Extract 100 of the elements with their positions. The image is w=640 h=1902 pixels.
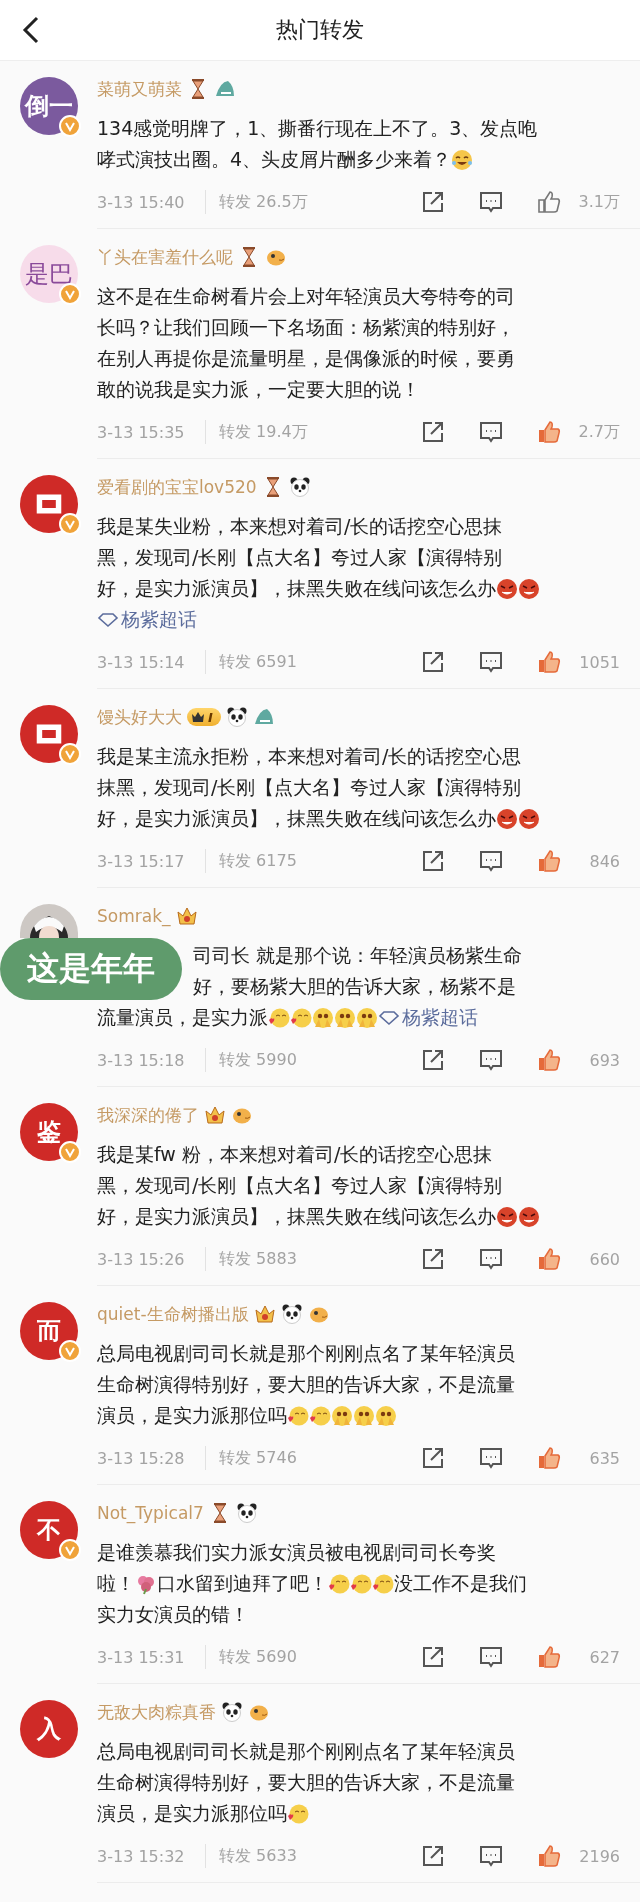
panda-icon bbox=[288, 476, 311, 498]
comment-text: 口水留到迪拜了吧！ bbox=[157, 1570, 328, 1596]
angry-face-icon bbox=[518, 1205, 540, 1228]
like-count: 660 bbox=[588, 1249, 620, 1269]
angry-face-icon bbox=[496, 807, 518, 830]
comment-icon[interactable] bbox=[478, 649, 504, 675]
avatar-text: 倒一 bbox=[25, 91, 73, 122]
comment-icon[interactable] bbox=[478, 189, 504, 215]
thumbs-up-icon[interactable] bbox=[536, 419, 562, 445]
share-icon[interactable] bbox=[420, 1843, 446, 1869]
kissing-face-icon bbox=[287, 1404, 309, 1427]
user-name[interactable]: 丫头在害羞什么呢 bbox=[97, 245, 233, 269]
post-time: 3-13 15:40 bbox=[97, 192, 186, 212]
panda-icon bbox=[280, 1303, 303, 1325]
comment-text: 长吗？让我们回顾一下名场面：杨紫演的特别好， bbox=[97, 314, 515, 340]
post-time: 3-13 15:17 bbox=[97, 851, 186, 871]
panda-icon bbox=[225, 706, 248, 728]
repost-count: 转发 6175 bbox=[219, 850, 298, 872]
share-icon[interactable] bbox=[420, 848, 446, 874]
topic-link[interactable]: 杨紫超话 bbox=[97, 606, 197, 633]
kissing-face-icon bbox=[290, 1006, 312, 1029]
comment-text: 生命树演得特别好，要大胆的告诉大家，不是流量 bbox=[97, 1371, 515, 1397]
kissing-face-icon bbox=[287, 1802, 309, 1825]
user-name[interactable]: 我深深的倦了 bbox=[97, 1103, 199, 1127]
comment-text: 是谁羡慕我们实力派女演员被电视剧司司长夸奖 bbox=[97, 1539, 496, 1565]
user-name[interactable]: Somrak_ bbox=[97, 906, 171, 926]
user-name[interactable]: 爱看剧的宝宝lov520 bbox=[97, 475, 257, 499]
like-count: 846 bbox=[588, 851, 620, 871]
comment-text: 我是某失业粉，本来想对着司/长的话挖空心思抹 bbox=[97, 513, 503, 539]
thumbs-up-icon[interactable] bbox=[536, 1445, 562, 1471]
comment-text: 流量演员，是实力派 bbox=[97, 1004, 268, 1030]
comment-icon[interactable] bbox=[478, 419, 504, 445]
comment-icon[interactable] bbox=[478, 1047, 504, 1073]
share-icon[interactable] bbox=[420, 649, 446, 675]
comment-icon[interactable] bbox=[478, 1445, 504, 1471]
share-icon[interactable] bbox=[420, 1047, 446, 1073]
comment-icon[interactable] bbox=[478, 848, 504, 874]
panda-icon bbox=[235, 1502, 258, 1524]
share-icon[interactable] bbox=[420, 419, 446, 445]
comment-icon[interactable] bbox=[478, 1246, 504, 1272]
thumbs-up-icon[interactable] bbox=[536, 1843, 562, 1869]
comment-text: 好，要杨紫大胆的告诉大家，杨紫不是 bbox=[193, 973, 516, 999]
user-name[interactable]: 菜萌又萌菜 bbox=[97, 77, 182, 101]
covered-face-icon bbox=[353, 1404, 375, 1427]
comment-text: 黑，发现司/长刚【点大名】夸过人家【演得特别 bbox=[97, 1172, 503, 1198]
repost-count: 转发 5990 bbox=[219, 1049, 298, 1071]
comment-text: 总局电视剧司司长就是那个刚刚点名了某年轻演员 bbox=[97, 1738, 515, 1764]
comment-text: 好，是实力派演员】，抹黑失败在线问该怎么办 bbox=[97, 575, 496, 601]
thumbs-up-icon[interactable] bbox=[536, 1644, 562, 1670]
post-time: 3-13 15:14 bbox=[97, 652, 186, 672]
share-icon[interactable] bbox=[420, 1246, 446, 1272]
comment-icon[interactable] bbox=[478, 1644, 504, 1670]
thumbs-up-icon[interactable] bbox=[536, 649, 562, 675]
panda-icon bbox=[221, 1701, 243, 1723]
comment-text: 黑，发现司/长刚【点大名】夸过人家【演得特别 bbox=[97, 544, 503, 570]
covered-face-icon bbox=[312, 1006, 334, 1029]
comment-text: 哮式演技出圈。4、头皮屑片酬多少来着？ bbox=[97, 146, 452, 172]
comment-text: 生命树演得特别好，要大胆的告诉大家，不是流量 bbox=[97, 1769, 515, 1795]
like-count: 3.1万 bbox=[577, 191, 620, 213]
comment-text: 总局电视剧司司长就是那个刚刚点名了某年轻演员 bbox=[97, 1340, 515, 1366]
repost-count: 转发 5633 bbox=[219, 1845, 298, 1867]
comment-text: 134感觉明牌了，1、撕番行现在上不了。3、发点咆 bbox=[97, 115, 538, 141]
user-name[interactable]: 无敌大肉粽真香 bbox=[97, 1700, 216, 1724]
crown-icon bbox=[204, 1104, 226, 1126]
user-name[interactable]: quiet-生命树播出版 bbox=[97, 1302, 249, 1326]
share-icon[interactable] bbox=[420, 1445, 446, 1471]
post-time: 3-13 15:18 bbox=[97, 1050, 186, 1070]
like-count: 693 bbox=[588, 1050, 620, 1070]
avatar-text: 鉴 bbox=[37, 1117, 61, 1148]
like-count: 2.7万 bbox=[577, 421, 620, 443]
thumbs-up-icon[interactable] bbox=[536, 848, 562, 874]
repost-count: 转发 5883 bbox=[219, 1248, 298, 1270]
comment-text: 好，是实力派演员】，抹黑失败在线问该怎么办 bbox=[97, 1203, 496, 1229]
comment-icon[interactable] bbox=[478, 1843, 504, 1869]
angry-face-icon bbox=[496, 577, 518, 600]
like-count: 1051 bbox=[578, 652, 620, 672]
thumbs-up-icon[interactable] bbox=[536, 1246, 562, 1272]
repost-count: 转发 19.4万 bbox=[219, 421, 309, 443]
avatar-text: 而 bbox=[37, 1316, 61, 1347]
like-count: 635 bbox=[588, 1448, 620, 1468]
thumbs-up-icon[interactable] bbox=[536, 1047, 562, 1073]
comment-text: 我是某主流永拒粉，本来想对着司/长的话挖空心思 bbox=[97, 743, 522, 769]
comment-text: 演员，是实力派那位吗 bbox=[97, 1402, 287, 1428]
user-name[interactable]: 馒头好大大 bbox=[97, 705, 182, 729]
user-name[interactable]: Not_Typical7 bbox=[97, 1503, 204, 1523]
page-title: 热门转发 bbox=[276, 16, 364, 44]
comment-text: 没工作不是我们 bbox=[394, 1570, 527, 1596]
back-icon[interactable] bbox=[22, 16, 40, 44]
angry-face-icon bbox=[518, 577, 540, 600]
thumbs-up-icon[interactable] bbox=[536, 189, 562, 215]
comment-text: 实力女演员的错！ bbox=[97, 1601, 249, 1627]
covered-face-icon bbox=[375, 1404, 397, 1427]
laughing-crying-face-icon bbox=[451, 148, 474, 171]
topic-link[interactable]: 杨紫超话 bbox=[378, 1004, 478, 1031]
avatar-text: 入 bbox=[37, 1714, 61, 1745]
post-time: 3-13 15:32 bbox=[97, 1846, 186, 1866]
level-badge: I bbox=[187, 708, 221, 726]
share-icon[interactable] bbox=[420, 1644, 446, 1670]
share-icon[interactable] bbox=[420, 189, 446, 215]
post-time: 3-13 15:35 bbox=[97, 422, 186, 442]
